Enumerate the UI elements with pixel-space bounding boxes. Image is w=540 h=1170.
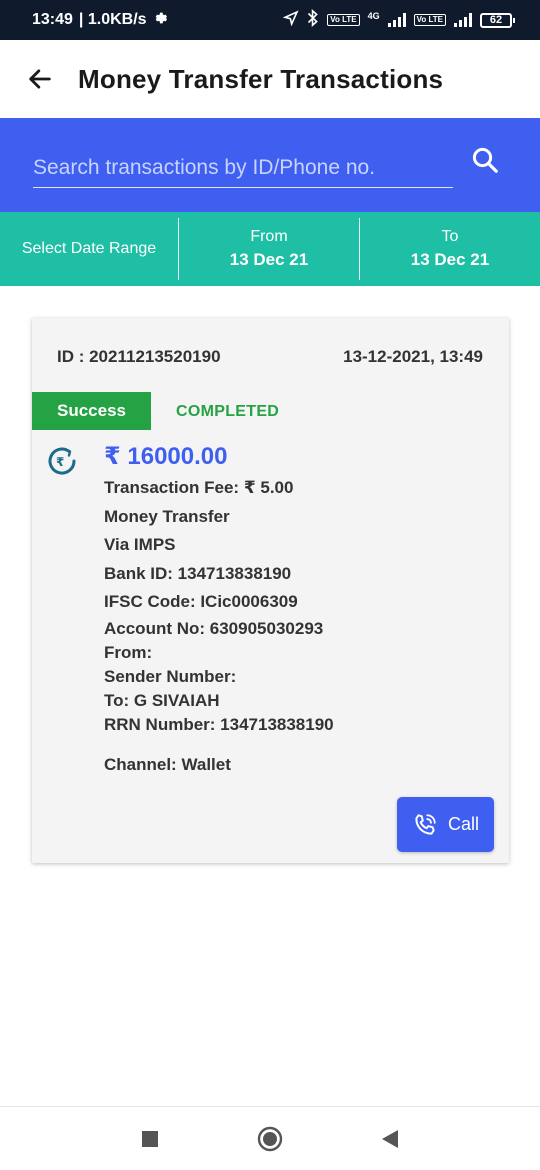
transaction-details: Transaction Fee: ₹ 5.00 Money Transfer V… <box>104 474 334 780</box>
location-arrow-icon <box>282 9 299 31</box>
search-icon <box>472 147 498 173</box>
status-right: Vo LTE 4G Vo LTE 62 <box>282 8 515 32</box>
recipient: To: G SIVAIAH <box>104 690 220 710</box>
ifsc-code: IFSC Code: ICic0006309 <box>104 592 298 612</box>
search-input[interactable] <box>33 148 453 188</box>
select-date-range-button[interactable]: Select Date Range <box>0 212 178 286</box>
volte-badge: Vo LTE <box>327 14 360 26</box>
system-nav-bar <box>0 1106 540 1170</box>
circle-home-icon <box>257 1126 283 1151</box>
transaction-id: ID : 20211213520190 <box>57 347 221 366</box>
settings-gear-icon <box>153 10 169 31</box>
battery-icon: 62 <box>480 12 515 28</box>
transaction-type: Money Transfer <box>104 506 230 526</box>
from-field: From: <box>104 642 153 662</box>
from-date: 13 Dec 21 <box>229 250 309 269</box>
transaction-fee: Transaction Fee: ₹ 5.00 <box>104 478 294 497</box>
status-left: 13:49 | 1.0KB/s <box>32 10 169 31</box>
page-title: Money Transfer Transactions <box>78 63 444 94</box>
back-nav-button[interactable] <box>370 1119 410 1159</box>
status-badge: Success <box>32 392 151 430</box>
back-button[interactable] <box>20 59 60 99</box>
channel: Channel: Wallet <box>104 754 231 774</box>
date-range-label: Select Date Range <box>21 240 157 257</box>
app-bar: Money Transfer Transactions <box>0 40 540 118</box>
recents-button[interactable] <box>130 1119 170 1159</box>
home-button[interactable] <box>250 1119 290 1159</box>
transaction-card[interactable]: ID : 20211213520190 13-12-2021, 13:49 Su… <box>32 318 509 863</box>
arrow-left-icon <box>29 69 51 89</box>
card-header: ID : 20211213520190 13-12-2021, 13:49 <box>57 347 483 367</box>
transaction-amount: ₹ 16000.00 <box>104 443 228 470</box>
phone-call-icon <box>415 813 436 835</box>
status-time: 13:49 <box>32 11 73 28</box>
transaction-datetime: 13-12-2021, 13:49 <box>343 347 483 366</box>
transfer-mode: Via IMPS <box>104 535 176 555</box>
signal-strength-icon <box>387 13 406 27</box>
call-button[interactable]: Call <box>397 797 494 852</box>
sender-number: Sender Number: <box>104 666 237 686</box>
search-bar <box>0 118 540 212</box>
battery-level: 62 <box>489 13 503 26</box>
triangle-back-icon <box>382 1129 398 1148</box>
search-button[interactable] <box>470 145 500 175</box>
status-speed: | 1.0KB/s <box>78 11 147 28</box>
from-date-picker[interactable]: From 13 Dec 21 <box>179 212 359 286</box>
account-number: Account No: 630905030293 <box>104 618 324 638</box>
bank-id: Bank ID: 134713838190 <box>104 563 292 583</box>
status-bar: 13:49 | 1.0KB/s Vo LTE 4G Vo LTE 62 <box>0 0 540 40</box>
call-label: Call <box>447 814 479 834</box>
square-icon <box>142 1130 158 1147</box>
status-text: COMPLETED <box>176 403 280 420</box>
to-date-picker[interactable]: To 13 Dec 21 <box>360 212 540 286</box>
signal-strength-icon-2 <box>454 13 472 27</box>
rupee-transfer-icon: ₹ <box>45 444 79 478</box>
date-range-bar: Select Date Range From 13 Dec 21 To 13 D… <box>0 212 540 286</box>
from-label: From <box>250 228 288 245</box>
network-type: 4G <box>367 10 380 21</box>
to-label: To <box>441 228 459 245</box>
bluetooth-icon <box>307 8 319 32</box>
rrn-number: RRN Number: 134713838190 <box>104 714 334 734</box>
to-date: 13 Dec 21 <box>410 250 490 269</box>
volte-badge-2: Vo LTE <box>413 14 446 26</box>
svg-text:₹: ₹ <box>56 455 64 469</box>
